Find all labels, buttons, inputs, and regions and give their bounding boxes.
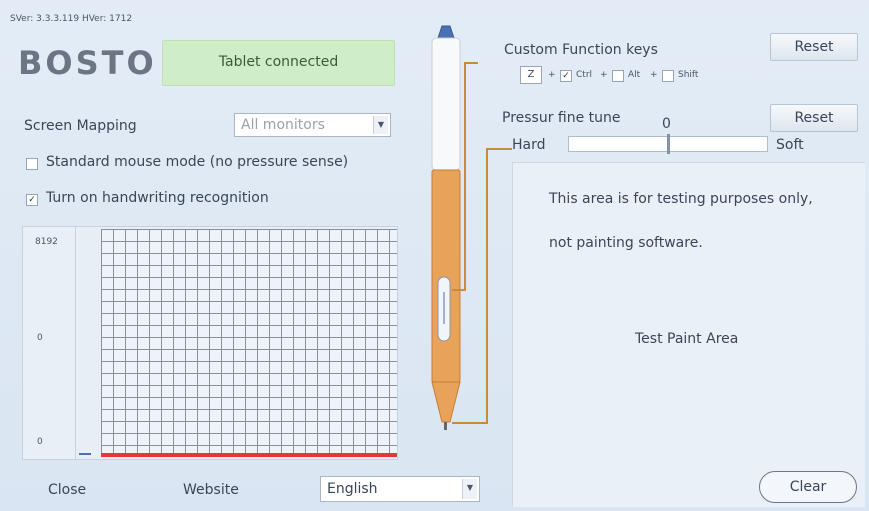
check-icon: ✓ [562,71,570,81]
custom-key-input[interactable]: Z [520,66,542,84]
pressure-level-marker [79,453,91,455]
connector-key-line [464,62,466,290]
language-value: English [327,481,378,497]
plus-sign-3: + [650,70,658,80]
alt-label: Alt [628,70,641,80]
y-label-min: 0 [37,437,43,447]
pressure-tune-reset-button[interactable]: Reset [770,104,858,132]
stylus-illustration [416,22,476,434]
standard-mouse-checkbox[interactable] [26,158,38,170]
connection-status-badge: Tablet connected [162,40,395,86]
pressure-tune-value: 0 [662,116,671,132]
handwriting-checkbox[interactable]: ✓ [26,194,38,206]
close-link[interactable]: Close [48,482,86,498]
brand-logo: BOSTO [18,44,157,82]
soft-label: Soft [776,137,804,153]
custom-keys-reset-button[interactable]: Reset [770,33,858,61]
test-area-note-line2: not painting software. [549,235,703,251]
connection-status-text: Tablet connected [218,54,339,70]
screen-mapping-label: Screen Mapping [24,118,137,134]
test-paint-area[interactable]: This area is for testing purposes only, … [512,162,865,507]
ctrl-checkbox[interactable]: ✓ [560,70,572,82]
alt-checkbox[interactable] [612,70,624,82]
shift-checkbox[interactable] [662,70,674,82]
pressure-graph-panel: 8192 0 0 [22,226,398,460]
plus-sign-1: + [548,70,556,80]
check-icon: ✓ [28,195,36,205]
y-label-mid: 0 [37,333,43,343]
screen-mapping-value: All monitors [241,117,325,133]
y-label-max: 8192 [35,237,58,247]
pressure-baseline [101,453,397,457]
connector-tip-line-top [486,148,512,150]
pressure-tune-title: Pressur fine tune [502,110,621,126]
bosto-tablet-settings-window: SVer: 3.3.3.119 HVer: 1712 BOSTO Tablet … [0,0,869,511]
chevron-down-icon: ▼ [373,116,388,134]
connector-key-line-bottom [452,289,466,291]
language-select[interactable]: English ▼ [320,476,480,502]
screen-mapping-select[interactable]: All monitors ▼ [234,113,391,137]
plus-sign-2: + [600,70,608,80]
test-area-title: Test Paint Area [635,331,739,347]
pressure-slider-thumb[interactable] [667,134,670,154]
custom-keys-title: Custom Function keys [504,42,658,58]
standard-mouse-label: Standard mouse mode (no pressure sense) [46,154,349,170]
ctrl-label: Ctrl [576,70,593,80]
pressure-slider[interactable] [568,134,768,154]
connector-key-line-top [464,62,478,64]
connector-tip-line [486,148,488,424]
pressure-grid [101,229,397,455]
version-text: SVer: 3.3.3.119 HVer: 1712 [10,14,133,24]
hard-label: Hard [512,137,546,153]
connector-tip-line-bottom [452,422,488,424]
clear-button[interactable]: Clear [759,471,857,503]
shift-label: Shift [678,70,699,80]
test-area-note-line1: This area is for testing purposes only, [549,191,813,207]
handwriting-label: Turn on handwriting recognition [46,190,269,206]
chevron-down-icon: ▼ [462,479,477,499]
pressure-axis: 8192 0 0 [23,227,91,459]
website-link[interactable]: Website [183,482,239,498]
